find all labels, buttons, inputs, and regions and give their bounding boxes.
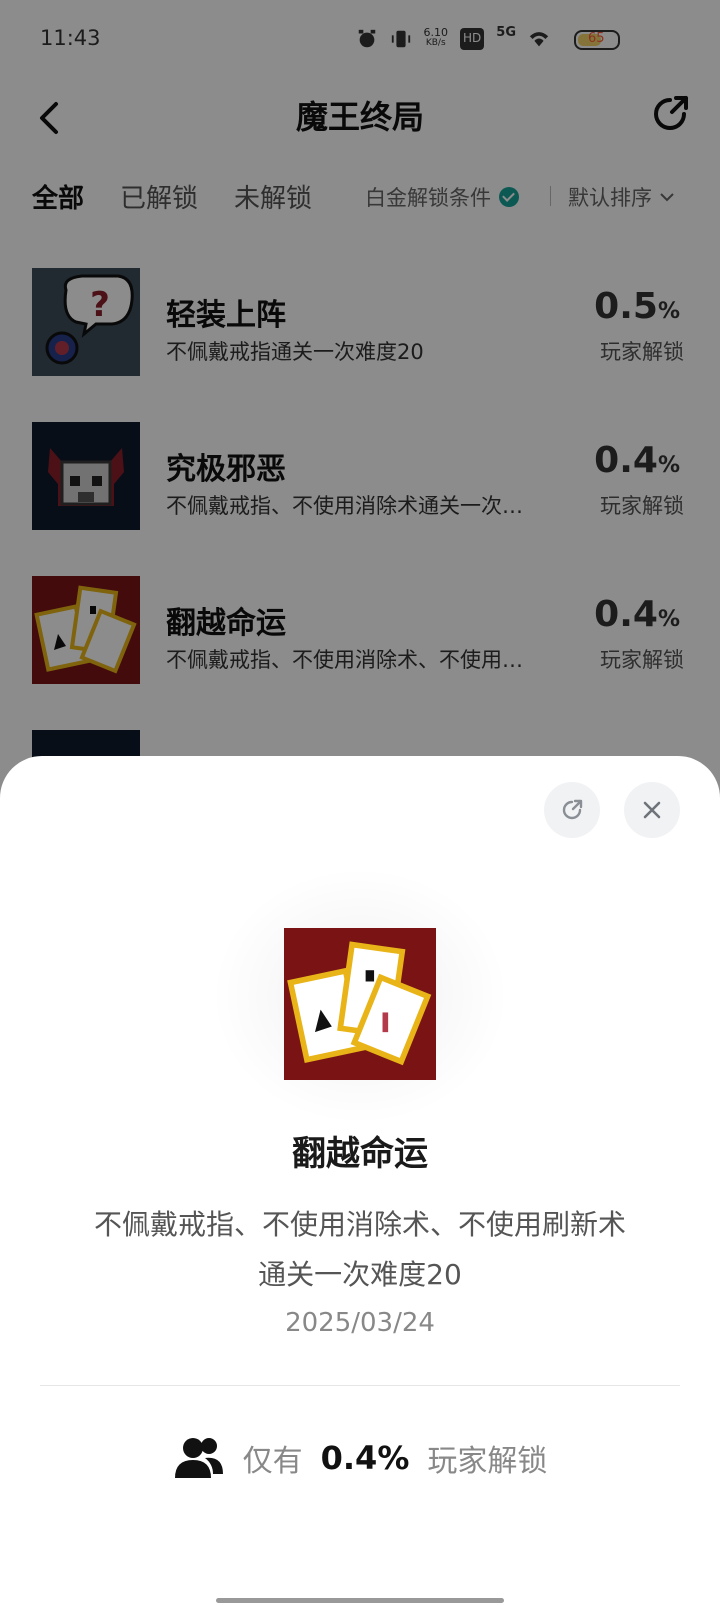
sheet-description-line: 通关一次难度20 [258,1258,462,1291]
home-indicator [216,1598,504,1603]
sheet-description-line: 不佩戴戒指、不使用消除术、不使用刷新术 [93,1208,626,1241]
divider [40,1385,680,1386]
achievement-detail-sheet: 翻越命运 不佩戴戒指、不使用消除术、不使用刷新术 通关一次难度20 2025/0… [0,756,720,1605]
users-icon [174,1438,223,1478]
close-icon [643,801,661,819]
stat-prefix: 仅有 [242,1444,303,1479]
share-button[interactable] [544,782,600,838]
unlock-stat: 仅有 0.4% 玩家解锁 [0,1436,720,1480]
unlock-date: 2025/03/24 [285,1308,435,1338]
close-button[interactable] [624,782,680,838]
share-icon [562,799,583,820]
sheet-description: 不佩戴戒指、不使用消除术、不使用刷新术 通关一次难度20 [40,1200,680,1300]
achievement-large-icon [284,928,436,1080]
stat-value: 0.4% [320,1439,410,1477]
sheet-title: 翻越命运 [292,1134,428,1174]
stat-suffix: 玩家解锁 [427,1444,548,1479]
